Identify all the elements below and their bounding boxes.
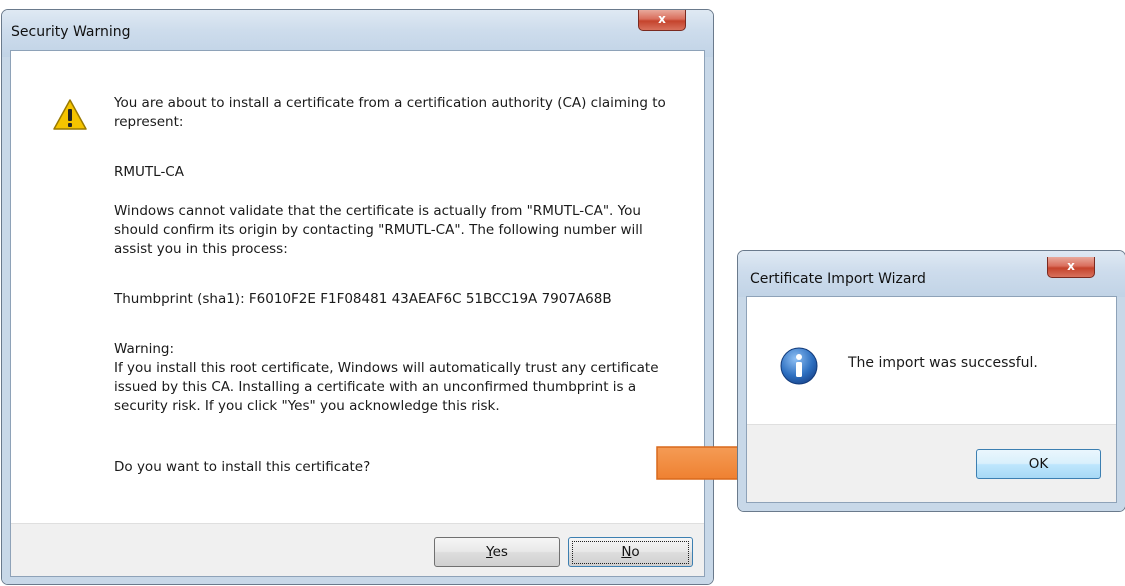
warning-text: If you install this root certificate, Wi… <box>114 360 659 414</box>
close-button[interactable]: x <box>1047 257 1095 278</box>
bottom-frame-border <box>738 503 1125 511</box>
no-button[interactable]: No <box>568 537 693 567</box>
thumbprint-line: Thumbprint (sha1): F6010F2E F1F08481 43A… <box>114 290 704 309</box>
right-frame-border <box>1117 297 1125 511</box>
install-question: Do you want to install this certificate? <box>114 459 371 475</box>
ok-button[interactable]: OK <box>976 449 1101 479</box>
validation-text: Windows cannot validate that the certifi… <box>114 203 643 257</box>
warning-triangle-icon <box>53 99 87 130</box>
thumbprint-value: F6010F2E F1F08481 43AEAF6C 51BCC19A 7907… <box>248 291 612 307</box>
info-icon <box>780 347 818 385</box>
dialog-body: The import was successful. OK <box>746 296 1117 503</box>
right-frame-border <box>705 57 713 584</box>
left-frame-border <box>2 57 10 584</box>
warning-heading: Warning: <box>114 341 175 357</box>
intro-text: You are about to install a certificate f… <box>114 95 666 130</box>
dialog-body: You are about to install a certificate f… <box>10 50 705 577</box>
thumbprint-label: Thumbprint (sha1): <box>114 291 245 307</box>
left-frame-border <box>738 297 746 511</box>
button-bar: OK <box>747 424 1116 502</box>
close-icon: x <box>658 12 666 26</box>
certificate-import-wizard-dialog: Certificate Import Wizard x The import w… <box>737 250 1125 512</box>
close-icon: x <box>1067 259 1075 273</box>
dialog-title: Security Warning <box>11 24 131 40</box>
title-bar[interactable]: Certificate Import Wizard x <box>738 251 1125 297</box>
ca-name: RMUTL-CA <box>114 164 184 180</box>
dialog-title: Certificate Import Wizard <box>750 271 926 287</box>
yes-button[interactable]: Yes <box>434 537 560 567</box>
bottom-frame-border <box>2 576 713 584</box>
button-bar: Yes No <box>11 523 704 576</box>
security-warning-dialog: Security Warning x You are about to inst… <box>1 9 714 585</box>
close-button[interactable]: x <box>638 10 686 31</box>
import-message: The import was successful. <box>848 355 1038 371</box>
